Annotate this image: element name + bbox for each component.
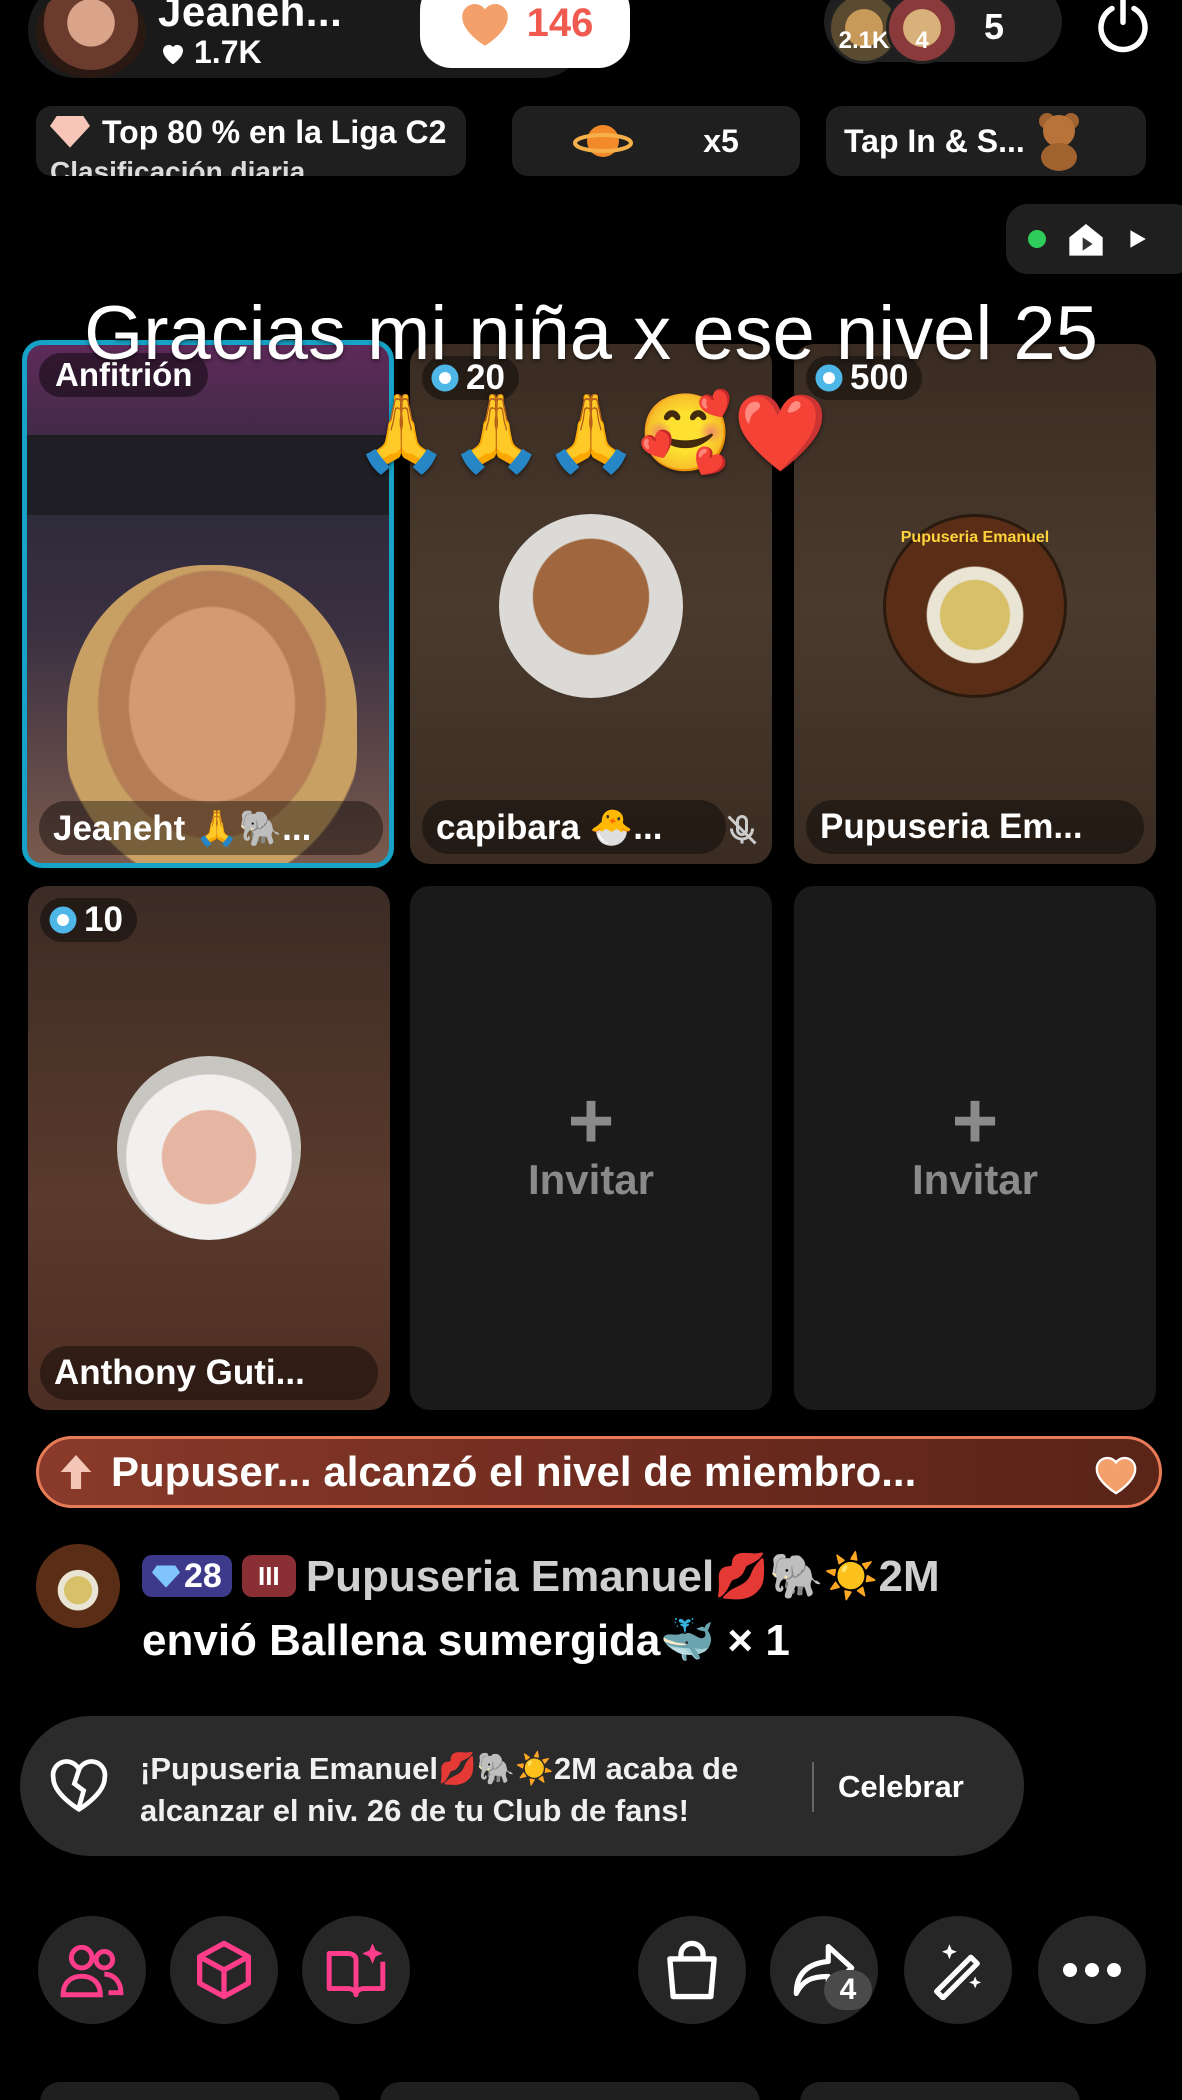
fan-heart-icon: [1095, 1456, 1137, 1495]
diamond-icon: [152, 1565, 180, 1588]
chat-message-header: 28 III Pupuseria Emanuel💋🐘☀️2M: [142, 1550, 940, 1602]
league-chip[interactable]: Top 80 % en la Liga C2 Clasificación dia…: [36, 106, 466, 176]
invite-label: Invitar: [527, 1156, 655, 1203]
league-subtext: Clasificación diaria: [50, 156, 306, 176]
planet-icon: [573, 125, 634, 157]
guest-name: Anthony Guti...: [40, 1346, 378, 1400]
teddy-bear-icon: [1038, 113, 1079, 171]
user-level-value: 28: [184, 1556, 222, 1595]
more-dots-icon: [1063, 1963, 1121, 1977]
book-sparkle-icon: [326, 1943, 386, 1998]
guest-tile-anthony[interactable]: 10 Anthony Guti...: [28, 886, 390, 1410]
host-name: Jeaneh...: [158, 0, 343, 35]
invite-button[interactable]: + Invitar: [410, 1076, 772, 1204]
invite-button[interactable]: + Invitar: [794, 1076, 1156, 1204]
arrow-up-icon: [60, 1455, 92, 1489]
cube-icon: [196, 1940, 252, 2000]
host-tile-name: Jeaneht 🙏🐘...: [39, 801, 383, 855]
guest-level-value: 10: [84, 900, 123, 939]
viewer-badge: 2.1K: [838, 27, 890, 54]
share-button[interactable]: 4: [770, 1916, 878, 2024]
bottom-stub: [800, 2082, 1080, 2100]
guest-name: Pupuseria Em...: [806, 800, 1144, 854]
shop-button[interactable]: [638, 1916, 746, 2024]
league-text: Top 80 % en la Liga C2: [102, 114, 447, 150]
fan-club-count: 146: [526, 0, 594, 45]
orange-heart-icon: [461, 4, 508, 46]
people-icon: [60, 1944, 124, 1998]
bottom-stub: [380, 2082, 760, 2100]
user-level-badge: 28: [142, 1555, 232, 1597]
toast-divider: [812, 1762, 814, 1812]
host-likes-count: 1.7K: [194, 34, 262, 70]
fan-club-button[interactable]: 146: [420, 0, 630, 68]
stream-caption-overlay: Gracias mi niña x ese nivel 25 🙏🙏🙏🥰❤️: [84, 291, 1098, 476]
level-gem-icon: [49, 906, 77, 934]
play-arrow-icon[interactable]: [1126, 228, 1148, 250]
effects-button[interactable]: [170, 1916, 278, 2024]
chat-gift-message: envió Ballena sumergida🐳 × 1: [142, 1616, 790, 1665]
more-button[interactable]: [1038, 1916, 1146, 2024]
guest-name: capibara 🐣...: [422, 800, 726, 854]
guest-level-badge: 10: [40, 898, 137, 942]
viewer-badge: 4: [915, 27, 929, 54]
diamond-icon: [50, 116, 90, 148]
pupuseria-logo-text: Pupuseria Emanuel: [900, 529, 1050, 546]
guest-avatar: Pupuseria Emanuel: [883, 514, 1067, 698]
live-status-dot: [1028, 230, 1046, 248]
celebrate-button[interactable]: Celebrar: [838, 1762, 964, 1812]
viewer-count: 5: [984, 6, 1005, 47]
fan-club-toast-text: ¡Pupuseria Emanuel💋🐘☀️2M acaba de alcanz…: [140, 1751, 739, 1828]
bottom-stub: [40, 2082, 340, 2100]
level-up-text: Pupuser... alcanzó el nivel de miembro..…: [111, 1448, 917, 1495]
invite-slot[interactable]: + Invitar: [794, 886, 1156, 1410]
level-up-banner[interactable]: Pupuser... alcanzó el nivel de miembro..…: [36, 1436, 1162, 1508]
live-controls-pill[interactable]: [1006, 204, 1182, 274]
shopping-bag-icon: [667, 1940, 717, 2000]
broken-heart-icon: [50, 1759, 108, 1813]
magic-wand-icon: [934, 1944, 982, 2000]
home-play-icon[interactable]: [1066, 219, 1106, 259]
invite-slot[interactable]: + Invitar: [410, 886, 772, 1410]
plus-icon: +: [951, 1076, 999, 1165]
fan-club-badge: III: [241, 1555, 296, 1597]
enhance-button[interactable]: [904, 1916, 1012, 2024]
share-count-badge: 4: [824, 1970, 872, 2010]
plus-icon: +: [567, 1076, 615, 1165]
multiplier-chip[interactable]: x5: [512, 106, 800, 176]
tap-in-chip[interactable]: Tap In & S...: [826, 106, 1146, 176]
host-likes: 1.7K: [158, 34, 262, 71]
power-icon[interactable]: [1090, 0, 1156, 58]
stories-button[interactable]: [302, 1916, 410, 2024]
invite-label: Invitar: [911, 1156, 1039, 1203]
mic-muted-icon: [727, 815, 757, 845]
guest-avatar: [117, 1056, 301, 1240]
chat-user-avatar[interactable]: [36, 1544, 120, 1628]
guests-button[interactable]: [38, 1916, 146, 2024]
heart-icon: [163, 44, 183, 64]
guest-avatar: [499, 514, 683, 698]
chat-username[interactable]: Pupuseria Emanuel💋🐘☀️2M: [306, 1550, 940, 1602]
multiplier-text: x5: [703, 122, 739, 159]
tap-in-text: Tap In & S...: [844, 122, 1025, 159]
